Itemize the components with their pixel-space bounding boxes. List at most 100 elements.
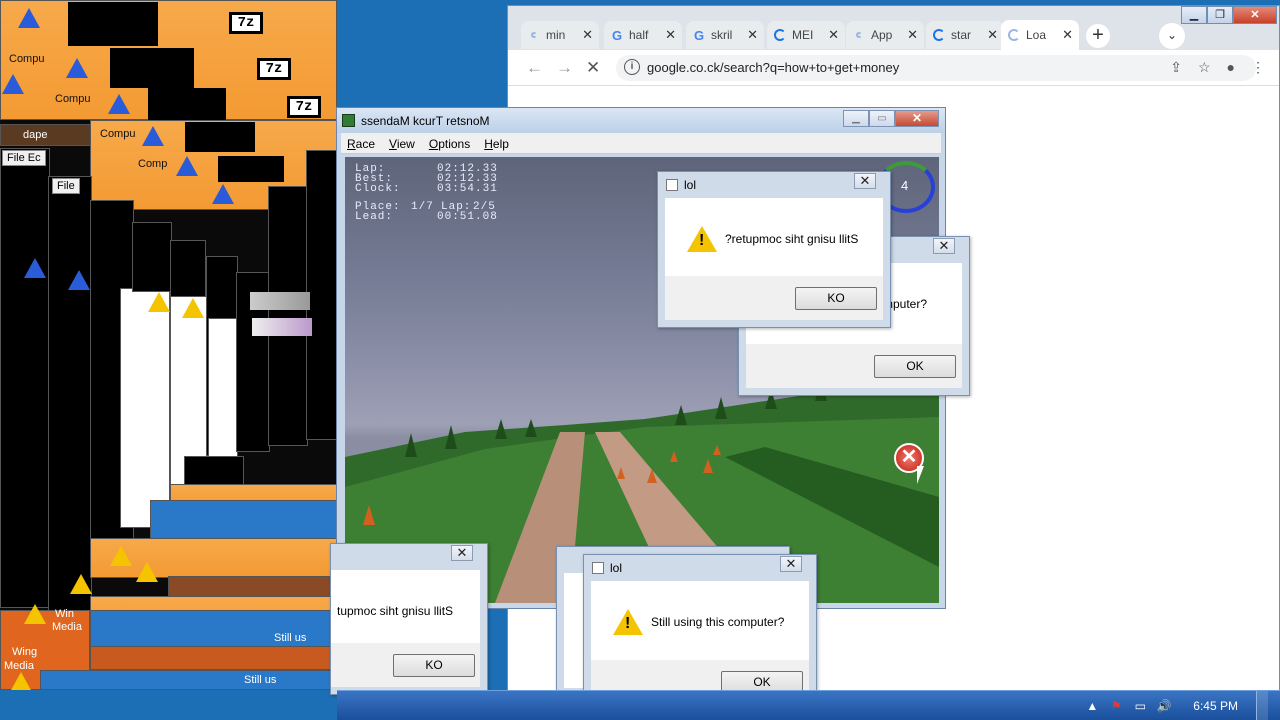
dialog-footer: OK [746,344,962,388]
hud-clock-value: 03:54.31 [437,183,498,195]
warning-icon [136,562,158,582]
menu-file: File Ec [2,150,46,166]
speed-value: 4 [901,178,909,193]
maximize-button[interactable]: ❐ [1207,6,1233,24]
7z-icon: 7z [287,96,321,118]
warning-icon [70,574,92,594]
close-tab-icon[interactable]: ✕ [907,27,918,43]
dialog-app-icon [592,562,604,574]
tab-title: Loa [1026,28,1047,42]
desktop-icon-label: Media [52,621,82,633]
menu-race[interactable]: Race [347,137,375,151]
bookmark-star-icon[interactable]: ☆ [1198,59,1211,76]
glitch-window-column [306,150,337,440]
dialog-body: tupmoc siht gnisu llitS KO [331,570,480,687]
glitch-white-pane [208,318,238,458]
glitch-taskbar-fragment [40,670,337,690]
close-tab-icon[interactable]: ✕ [1062,27,1073,43]
glitch-window-column [0,148,50,608]
new-tab-button[interactable]: + [1086,24,1110,48]
close-tab-icon[interactable]: ✕ [987,27,998,43]
volume-icon[interactable]: 🔊 [1157,699,1172,713]
close-tab-icon[interactable]: ✕ [747,27,758,43]
loading-icon [1007,28,1021,42]
dialog-message: Still using this computer? [651,615,785,629]
toolbar-icons: ⇪ ☆ ● ⋮ [1170,59,1265,76]
minimize-button[interactable]: ▁ [843,110,869,127]
window-controls: ▁ ❐ ✕ [1181,6,1277,24]
info-icon[interactable]: i [624,59,640,75]
dialog-still-using: lol ✕ Still using this computer? OK [583,554,817,712]
close-window-button[interactable]: ✕ [1233,6,1277,24]
ko-button[interactable]: KO [795,287,877,310]
tab-1[interactable]: min ✕ [521,21,599,49]
tab-strip: min ✕ G half ✕ G skril ✕ MEI ✕ App ✕ sta… [508,6,1279,50]
game-window-controls: ▁ ▭ ✕ [843,110,939,127]
dialog-reversed-bottom: ✕ tupmoc siht gnisu llitS KO [330,543,488,695]
share-icon[interactable]: ⇪ [1170,59,1182,76]
hud-lead-value: 00:51.08 [437,211,498,223]
7z-icon: 7z [229,12,263,34]
menu-view[interactable]: View [389,137,415,151]
clock[interactable]: 6:45 PM [1193,699,1238,713]
glitch-window-column [268,186,308,446]
tab-search-button[interactable]: ⌄ [1159,23,1185,49]
dialog-message: ?retupmoc siht gnisu llitS [725,232,859,246]
monitor-icon[interactable]: ▭ [1133,699,1147,713]
maximize-button[interactable]: ▭ [869,110,895,127]
profile-icon[interactable]: ● [1227,59,1235,76]
mouse-cursor-icon [916,465,925,486]
glitch-taskbar-fragment [90,610,337,650]
dialog-close-button[interactable]: ✕ [854,173,876,189]
glitch-window-column [48,176,92,616]
tab-5[interactable]: App ✕ [846,21,924,49]
glitch-taskbar-fragment [90,646,337,670]
tab-6[interactable]: star ✕ [926,21,1004,49]
tab-2[interactable]: G half ✕ [604,21,682,49]
warning-icon [212,184,234,204]
action-center-flag-icon[interactable]: ⚑ [1109,699,1123,713]
hud-clock-label: Clock: [355,183,401,195]
back-icon[interactable]: ← [526,58,543,78]
desktop-icon-label: Wing [12,646,38,658]
tab-4[interactable]: MEI ✕ [767,21,845,49]
menu-options[interactable]: Options [429,137,470,151]
close-button[interactable]: ✕ [895,110,939,127]
ok-button[interactable]: OK [874,355,956,378]
url-text[interactable]: google.co.ck/search?q=how+to+get+money [647,60,899,75]
tab-title: App [871,28,893,42]
stop-icon[interactable]: ✕ [586,58,600,78]
close-tab-icon[interactable]: ✕ [665,27,676,43]
forward-icon[interactable]: → [556,58,573,78]
menu-kebab-icon[interactable]: ⋮ [1251,59,1265,76]
warning-icon [68,270,90,290]
dialog-close-button[interactable]: ✕ [780,556,802,572]
app-icon [342,114,355,127]
show-hidden-icons-icon[interactable]: ▲ [1085,699,1099,713]
warning-icon [10,672,32,690]
glitch-block [148,88,226,122]
tab-3[interactable]: G skril ✕ [686,21,764,49]
dialog-footer: KO [665,276,883,320]
close-tab-icon[interactable]: ✕ [828,27,839,43]
dialog-close-button[interactable]: ✕ [933,238,955,254]
close-tab-icon[interactable]: ✕ [582,27,593,43]
minimize-button[interactable]: ▁ [1181,6,1207,24]
dialog-close-button[interactable]: ✕ [451,545,473,561]
loading-icon [527,28,541,42]
warning-icon [176,156,198,176]
dialog-title: lol [684,178,697,192]
glitch-window-column [170,240,206,300]
menu-help[interactable]: Help [484,137,509,151]
warning-icon [18,8,40,28]
glitch-strip [250,292,310,310]
ko-button[interactable]: KO [393,654,475,677]
game-window-title: ssendaM kcurT retsnoM [361,114,490,128]
address-bar[interactable]: i google.co.ck/search?q=how+to+get+money [616,55,1256,81]
desktop-icon-label: Media [4,660,34,672]
dialog-footer: KO [331,643,480,687]
show-desktop-button[interactable] [1256,691,1268,720]
warning-icon [2,74,24,94]
dialog-body: Still using this computer? OK [591,581,809,704]
tab-7-active[interactable]: Loa ✕ [1001,20,1079,50]
